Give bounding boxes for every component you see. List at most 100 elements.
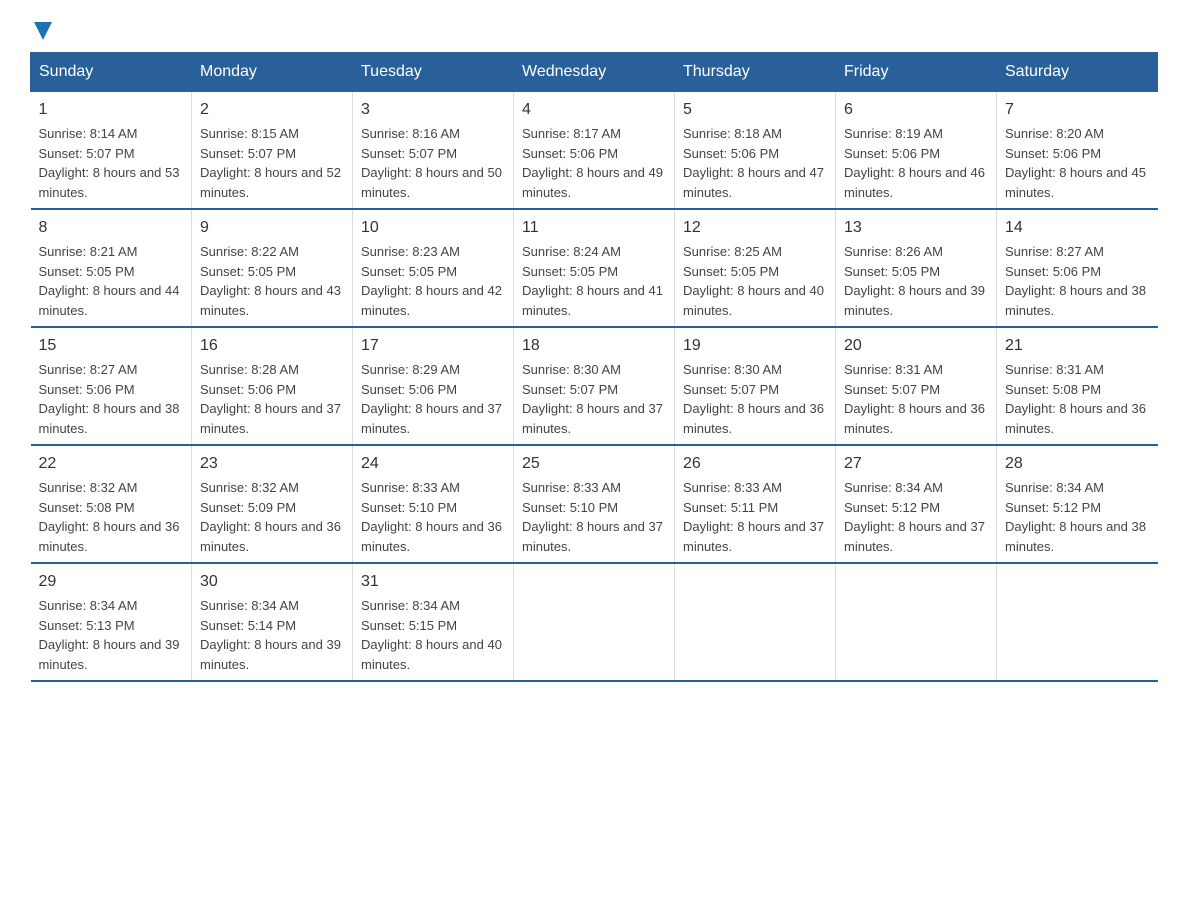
calendar-cell: 13Sunrise: 8:26 AMSunset: 5:05 PMDayligh…	[836, 209, 997, 327]
day-info: Sunrise: 8:24 AMSunset: 5:05 PMDaylight:…	[522, 244, 663, 318]
day-number: 13	[844, 216, 988, 240]
day-number: 22	[39, 452, 184, 476]
day-info: Sunrise: 8:27 AMSunset: 5:06 PMDaylight:…	[39, 362, 180, 436]
logo	[30, 20, 54, 42]
day-number: 20	[844, 334, 988, 358]
calendar-cell: 3Sunrise: 8:16 AMSunset: 5:07 PMDaylight…	[353, 92, 514, 210]
calendar-cell	[514, 563, 675, 681]
day-number: 6	[844, 98, 988, 122]
header-sunday: Sunday	[31, 53, 192, 92]
calendar-cell: 18 Sunrise: 8:30 AMSunset: 5:07 PMDayligh…	[514, 327, 675, 445]
day-info: Sunrise: 8:30 AMSunset: 5:07 PMDaylight:…	[522, 362, 663, 436]
day-number: 12	[683, 216, 827, 240]
calendar-cell: 5Sunrise: 8:18 AMSunset: 5:06 PMDaylight…	[675, 92, 836, 210]
page-header	[30, 20, 1158, 42]
day-number: 4	[522, 98, 666, 122]
day-info: Sunrise: 8:31 AMSunset: 5:07 PMDaylight:…	[844, 362, 985, 436]
day-number: 1	[39, 98, 184, 122]
header-wednesday: Wednesday	[514, 53, 675, 92]
day-info: Sunrise: 8:34 AMSunset: 5:14 PMDaylight:…	[200, 598, 341, 672]
day-info: Sunrise: 8:25 AMSunset: 5:05 PMDaylight:…	[683, 244, 824, 318]
day-number: 26	[683, 452, 827, 476]
day-info: Sunrise: 8:31 AMSunset: 5:08 PMDaylight:…	[1005, 362, 1146, 436]
day-number: 24	[361, 452, 505, 476]
day-number: 15	[39, 334, 184, 358]
day-info: Sunrise: 8:33 AMSunset: 5:10 PMDaylight:…	[361, 480, 502, 554]
calendar-cell: 12 Sunrise: 8:25 AMSunset: 5:05 PMDayligh…	[675, 209, 836, 327]
day-info: Sunrise: 8:34 AMSunset: 5:13 PMDaylight:…	[39, 598, 180, 672]
day-info: Sunrise: 8:20 AMSunset: 5:06 PMDaylight:…	[1005, 126, 1146, 200]
day-info: Sunrise: 8:23 AMSunset: 5:05 PMDaylight:…	[361, 244, 502, 318]
day-info: Sunrise: 8:17 AMSunset: 5:06 PMDaylight:…	[522, 126, 663, 200]
day-number: 9	[200, 216, 344, 240]
day-number: 19	[683, 334, 827, 358]
day-info: Sunrise: 8:33 AMSunset: 5:11 PMDaylight:…	[683, 480, 824, 554]
calendar-table: SundayMondayTuesdayWednesdayThursdayFrid…	[30, 52, 1158, 682]
calendar-cell: 23Sunrise: 8:32 AMSunset: 5:09 PMDayligh…	[192, 445, 353, 563]
day-number: 14	[1005, 216, 1150, 240]
day-info: Sunrise: 8:30 AMSunset: 5:07 PMDaylight:…	[683, 362, 824, 436]
header-monday: Monday	[192, 53, 353, 92]
header-saturday: Saturday	[997, 53, 1158, 92]
day-info: Sunrise: 8:34 AMSunset: 5:12 PMDaylight:…	[844, 480, 985, 554]
calendar-cell	[836, 563, 997, 681]
day-info: Sunrise: 8:19 AMSunset: 5:06 PMDaylight:…	[844, 126, 985, 200]
day-number: 10	[361, 216, 505, 240]
week-row-1: 1Sunrise: 8:14 AMSunset: 5:07 PMDaylight…	[31, 92, 1158, 210]
calendar-cell: 14 Sunrise: 8:27 AMSunset: 5:06 PMDayligh…	[997, 209, 1158, 327]
day-number: 2	[200, 98, 344, 122]
header-thursday: Thursday	[675, 53, 836, 92]
header-friday: Friday	[836, 53, 997, 92]
calendar-cell: 4 Sunrise: 8:17 AMSunset: 5:06 PMDaylight…	[514, 92, 675, 210]
calendar-cell	[997, 563, 1158, 681]
calendar-cell: 9Sunrise: 8:22 AMSunset: 5:05 PMDaylight…	[192, 209, 353, 327]
calendar-cell: 21 Sunrise: 8:31 AMSunset: 5:08 PMDayligh…	[997, 327, 1158, 445]
day-info: Sunrise: 8:18 AMSunset: 5:06 PMDaylight:…	[683, 126, 824, 200]
calendar-cell: 17Sunrise: 8:29 AMSunset: 5:06 PMDayligh…	[353, 327, 514, 445]
calendar-cell: 25 Sunrise: 8:33 AMSunset: 5:10 PMDayligh…	[514, 445, 675, 563]
calendar-cell: 15 Sunrise: 8:27 AMSunset: 5:06 PMDayligh…	[31, 327, 192, 445]
day-number: 31	[361, 570, 505, 594]
header-tuesday: Tuesday	[353, 53, 514, 92]
day-info: Sunrise: 8:33 AMSunset: 5:10 PMDaylight:…	[522, 480, 663, 554]
calendar-cell: 26 Sunrise: 8:33 AMSunset: 5:11 PMDayligh…	[675, 445, 836, 563]
week-row-2: 8Sunrise: 8:21 AMSunset: 5:05 PMDaylight…	[31, 209, 1158, 327]
week-row-4: 22Sunrise: 8:32 AMSunset: 5:08 PMDayligh…	[31, 445, 1158, 563]
calendar-cell: 2 Sunrise: 8:15 AMSunset: 5:07 PMDaylight…	[192, 92, 353, 210]
calendar-cell: 20 Sunrise: 8:31 AMSunset: 5:07 PMDayligh…	[836, 327, 997, 445]
calendar-cell: 19 Sunrise: 8:30 AMSunset: 5:07 PMDayligh…	[675, 327, 836, 445]
day-number: 28	[1005, 452, 1150, 476]
calendar-cell: 27 Sunrise: 8:34 AMSunset: 5:12 PMDayligh…	[836, 445, 997, 563]
calendar-cell: 31 Sunrise: 8:34 AMSunset: 5:15 PMDayligh…	[353, 563, 514, 681]
day-number: 27	[844, 452, 988, 476]
calendar-cell: 30Sunrise: 8:34 AMSunset: 5:14 PMDayligh…	[192, 563, 353, 681]
calendar-cell: 1Sunrise: 8:14 AMSunset: 5:07 PMDaylight…	[31, 92, 192, 210]
week-row-3: 15 Sunrise: 8:27 AMSunset: 5:06 PMDayligh…	[31, 327, 1158, 445]
calendar-cell: 8Sunrise: 8:21 AMSunset: 5:05 PMDaylight…	[31, 209, 192, 327]
day-info: Sunrise: 8:28 AMSunset: 5:06 PMDaylight:…	[200, 362, 341, 436]
day-number: 16	[200, 334, 344, 358]
day-number: 23	[200, 452, 344, 476]
day-number: 18	[522, 334, 666, 358]
day-info: Sunrise: 8:27 AMSunset: 5:06 PMDaylight:…	[1005, 244, 1146, 318]
day-info: Sunrise: 8:34 AMSunset: 5:15 PMDaylight:…	[361, 598, 502, 672]
day-number: 21	[1005, 334, 1150, 358]
week-row-5: 29 Sunrise: 8:34 AMSunset: 5:13 PMDayligh…	[31, 563, 1158, 681]
calendar-cell: 24 Sunrise: 8:33 AMSunset: 5:10 PMDayligh…	[353, 445, 514, 563]
day-number: 25	[522, 452, 666, 476]
day-number: 11	[522, 216, 666, 240]
day-info: Sunrise: 8:21 AMSunset: 5:05 PMDaylight:…	[39, 244, 180, 318]
calendar-cell	[675, 563, 836, 681]
day-info: Sunrise: 8:34 AMSunset: 5:12 PMDaylight:…	[1005, 480, 1146, 554]
day-info: Sunrise: 8:15 AMSunset: 5:07 PMDaylight:…	[200, 126, 341, 200]
calendar-cell: 10 Sunrise: 8:23 AMSunset: 5:05 PMDayligh…	[353, 209, 514, 327]
day-number: 7	[1005, 98, 1150, 122]
calendar-cell: 7 Sunrise: 8:20 AMSunset: 5:06 PMDaylight…	[997, 92, 1158, 210]
day-info: Sunrise: 8:29 AMSunset: 5:06 PMDaylight:…	[361, 362, 502, 436]
calendar-cell: 28 Sunrise: 8:34 AMSunset: 5:12 PMDayligh…	[997, 445, 1158, 563]
calendar-cell: 22Sunrise: 8:32 AMSunset: 5:08 PMDayligh…	[31, 445, 192, 563]
day-number: 3	[361, 98, 505, 122]
logo-arrow-icon	[32, 20, 54, 42]
weekday-header-row: SundayMondayTuesdayWednesdayThursdayFrid…	[31, 53, 1158, 92]
day-number: 29	[39, 570, 184, 594]
